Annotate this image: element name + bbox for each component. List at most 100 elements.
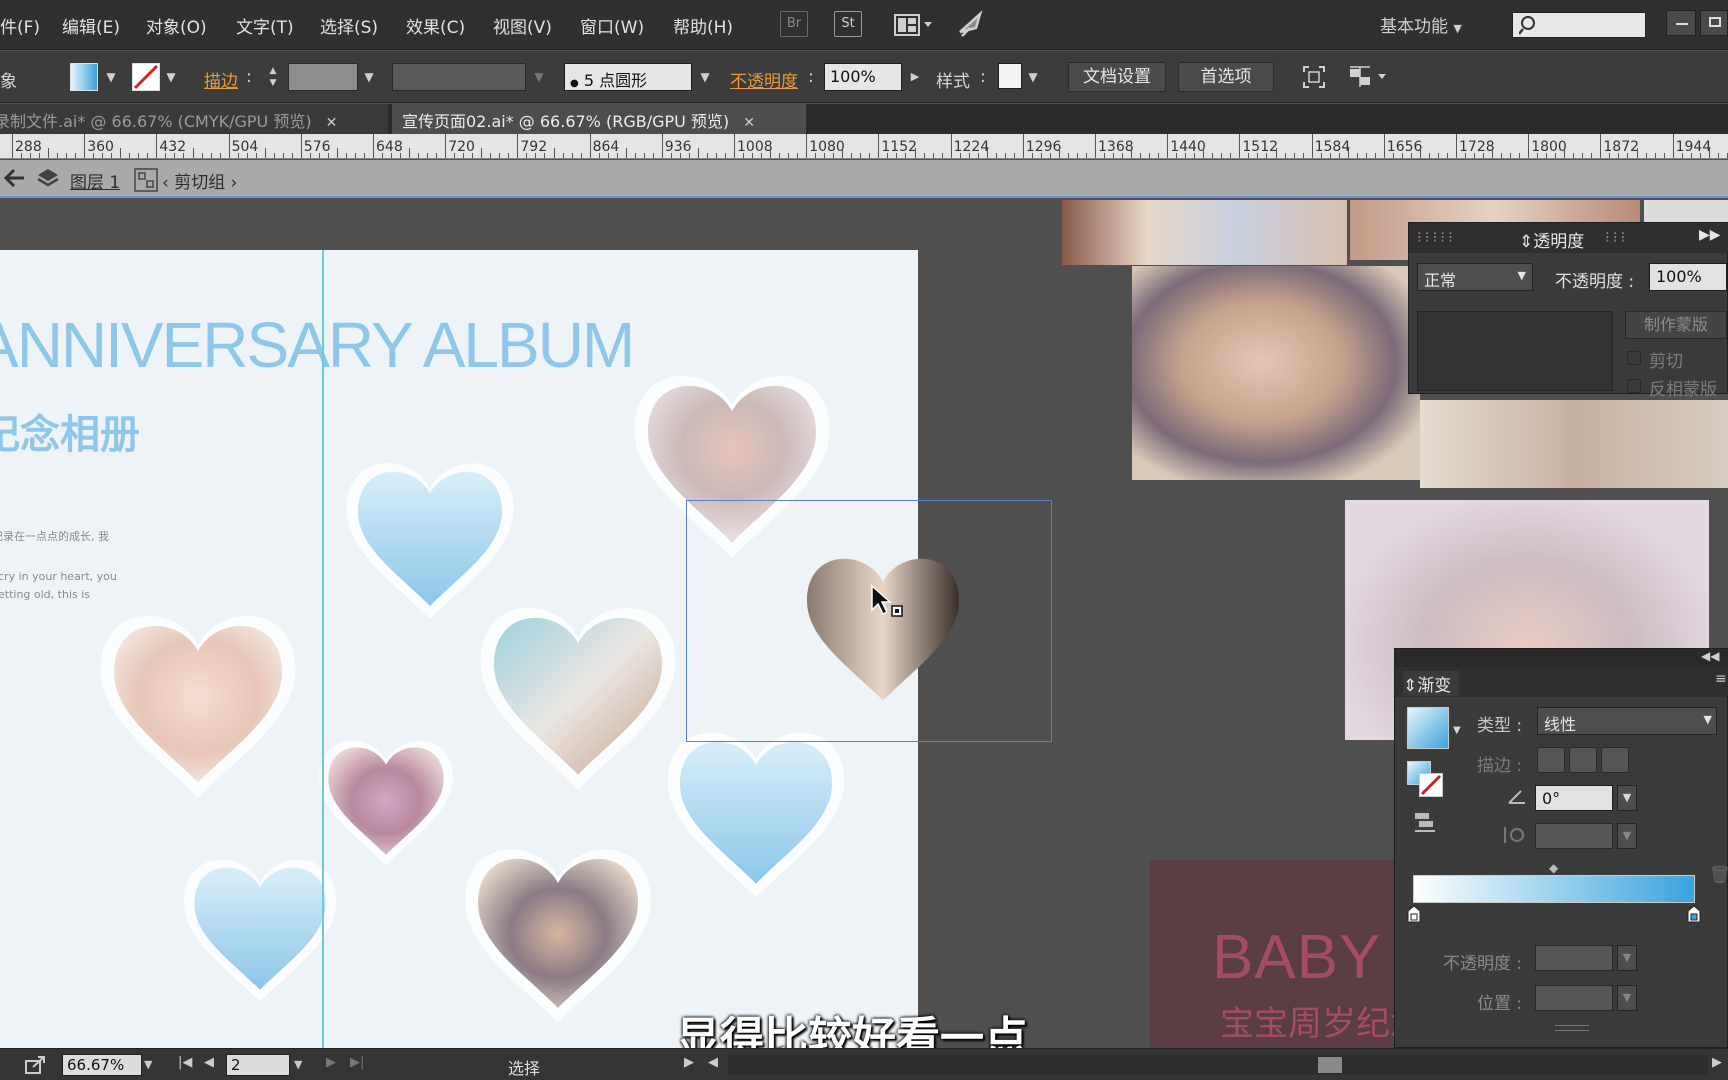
artboard-dropdown-icon[interactable]: ▼	[294, 1054, 312, 1076]
angle-field[interactable]: 0°	[1535, 785, 1613, 811]
panel-menu-icon[interactable]: ≡	[1715, 671, 1727, 687]
heart-photo-mother[interactable]	[480, 607, 676, 790]
menu-edit[interactable]: 编辑(E)	[62, 13, 120, 38]
make-mask-button[interactable]: 制作蒙版	[1625, 311, 1727, 339]
bridge-icon[interactable]: Br	[780, 11, 808, 37]
stop-position-dropdown-icon[interactable]: ▼	[1617, 985, 1637, 1011]
reverse-gradient-icon[interactable]	[1413, 811, 1437, 837]
stroke-gradient-within-icon[interactable]	[1537, 747, 1565, 773]
isolate-object-icon[interactable]	[1302, 65, 1326, 93]
more-tabs-icons[interactable]: ⁝⁝⁝	[1605, 228, 1628, 246]
restore-button[interactable]	[1700, 10, 1728, 36]
stroke-dropdown-icon[interactable]: ▼	[162, 65, 180, 89]
menu-help[interactable]: 帮助(H)	[673, 13, 733, 38]
stroke-weight-dropdown-icon[interactable]: ▼	[360, 65, 378, 89]
next-artboard-icon[interactable]: ▶	[326, 1055, 336, 1070]
gradient-stop-end[interactable]	[1687, 905, 1701, 927]
panel-opacity-field[interactable]: 100%	[1649, 263, 1727, 291]
horizontal-ruler[interactable]: 288 360 432 504 576 648 720 792 864 936 1008 1080 11…	[0, 134, 1728, 159]
transparency-tab[interactable]: ⇕透明度	[1519, 227, 1584, 252]
stroke-gradient-across-icon[interactable]	[1601, 747, 1629, 773]
close-icon[interactable]: ✕	[326, 115, 338, 131]
brush-definition[interactable]: ● 5 点圆形	[564, 63, 692, 91]
stroke-label[interactable]: 描边	[204, 67, 238, 92]
zoom-dropdown-icon[interactable]: ▼	[144, 1054, 162, 1076]
menu-select[interactable]: 选择(S)	[320, 13, 378, 38]
panel-resize-grip[interactable]	[1555, 1025, 1589, 1031]
document-setup-button[interactable]: 文档设置	[1068, 62, 1166, 92]
opacity-field[interactable]: 100%	[824, 63, 902, 91]
aspect-dropdown-icon[interactable]: ▼	[1617, 823, 1637, 849]
scroll-left-icon[interactable]: ◀	[708, 1055, 718, 1070]
midpoint-diamond-icon[interactable]: ◆	[1549, 861, 1558, 875]
status-menu-icon[interactable]: ▶	[684, 1055, 694, 1070]
heart-blue-top[interactable]	[346, 463, 514, 619]
gradient-fill-swatch[interactable]	[1407, 707, 1449, 749]
stroke-weight-stepper[interactable]: ▲ ▼	[264, 65, 282, 89]
gradient-tab[interactable]: ⇕渐变	[1403, 671, 1460, 696]
vertical-guide[interactable]	[322, 250, 324, 1048]
search-input[interactable]	[1512, 12, 1646, 38]
gradient-slider[interactable]	[1413, 875, 1695, 903]
collapsed-tabs-icons[interactable]: ⁝⁝⁝⁝⁝	[1417, 228, 1456, 246]
variable-width-profile[interactable]	[392, 63, 526, 91]
panel-expand-icon[interactable]: ▶▶	[1699, 227, 1721, 243]
scroll-right-icon[interactable]: ▶	[1712, 1055, 1722, 1070]
style-swatch[interactable]	[998, 63, 1022, 89]
stroke-indicator[interactable]	[1419, 773, 1443, 797]
stop-opacity-dropdown-icon[interactable]: ▼	[1617, 945, 1637, 971]
canvas-area[interactable]: BABY 宝宝周岁纪念相册 ANNIVERSARY ALBUM 纪念相册 记录在…	[0, 200, 1728, 1048]
profile-dropdown-icon[interactable]: ▼	[530, 65, 548, 89]
stroke-weight-field[interactable]	[288, 63, 358, 91]
stop-opacity-field[interactable]	[1535, 945, 1613, 971]
breadcrumb-layer[interactable]: 图层 1	[70, 168, 120, 193]
tab-recording-file[interactable]: 录制文件.ai* @ 66.67% (CMYK/GPU 预览) ✕	[0, 104, 388, 134]
tab-promo-page[interactable]: 宣传页面02.ai* @ 66.67% (RGB/GPU 预览) ✕	[392, 104, 806, 134]
menu-window[interactable]: 窗口(W)	[580, 13, 644, 38]
menu-file[interactable]: 件(F)	[0, 13, 40, 38]
stroke-none-swatch[interactable]	[132, 63, 160, 91]
opacity-slider-icon[interactable]: ▶	[906, 65, 924, 89]
heart-photo-strawberry[interactable]	[319, 740, 453, 866]
gradient-stop-start[interactable]	[1407, 905, 1421, 927]
menu-effect[interactable]: 效果(C)	[406, 13, 465, 38]
preferences-button[interactable]: 首选项	[1178, 62, 1274, 92]
minimize-button[interactable]	[1666, 10, 1696, 36]
breadcrumb-group[interactable]: ‹ 剪切组 ›	[162, 168, 237, 193]
stop-position-field[interactable]	[1535, 985, 1613, 1011]
heart-blue-bottom[interactable]	[183, 859, 337, 1002]
menu-type[interactable]: 文字(T)	[236, 13, 294, 38]
gradient-swatch-dropdown-icon[interactable]: ▼	[1453, 725, 1461, 736]
horizontal-scrollbar[interactable]	[728, 1055, 1708, 1075]
stock-icon[interactable]: St	[834, 11, 862, 37]
aspect-ratio-field[interactable]	[1535, 823, 1613, 849]
close-icon[interactable]: ✕	[743, 115, 755, 131]
fill-dropdown-icon[interactable]: ▼	[102, 65, 120, 89]
menu-object[interactable]: 对象(O)	[146, 13, 207, 38]
prev-artboard-icon[interactable]: ◀	[204, 1055, 214, 1070]
invert-mask-checkbox[interactable]	[1627, 379, 1641, 393]
share-icon[interactable]	[24, 1055, 46, 1079]
angle-dropdown-icon[interactable]: ▼	[1617, 785, 1637, 811]
selected-heart-photo[interactable]	[798, 540, 968, 714]
heart-photo-sleeping[interactable]	[465, 849, 651, 1023]
back-arrow-icon[interactable]	[3, 168, 26, 192]
fill-swatch[interactable]	[70, 63, 98, 91]
panel-collapse-icon[interactable]: ◀◀	[1701, 649, 1719, 663]
transparency-panel-header[interactable]: ⁝⁝⁝⁝⁝ ⇕透明度 ⁝⁝⁝ ▶▶	[1409, 223, 1728, 253]
delete-stop-icon[interactable]: 🗑	[1709, 865, 1728, 885]
brush-dropdown-icon[interactable]: ▼	[696, 65, 714, 89]
menu-view[interactable]: 视图(V)	[493, 13, 552, 38]
arrange-documents-icon[interactable]	[894, 12, 936, 42]
gradient-panel-titlebar[interactable]: ◀◀	[1395, 649, 1728, 667]
zoom-field[interactable]: 66.67%	[62, 1054, 142, 1076]
clip-checkbox[interactable]	[1627, 351, 1641, 365]
workspace-switcher[interactable]: 基本功能 ▼	[1380, 12, 1462, 37]
heart-blue-right[interactable]	[667, 732, 845, 898]
style-dropdown-icon[interactable]: ▼	[1024, 65, 1042, 89]
opacity-label[interactable]: 不透明度	[730, 67, 798, 92]
heart-photo-hands[interactable]	[100, 615, 296, 798]
blend-mode-select[interactable]: 正常 ▼	[1417, 263, 1533, 291]
last-artboard-icon[interactable]: ▶|	[350, 1055, 364, 1070]
gpu-performance-icon[interactable]	[956, 10, 986, 44]
